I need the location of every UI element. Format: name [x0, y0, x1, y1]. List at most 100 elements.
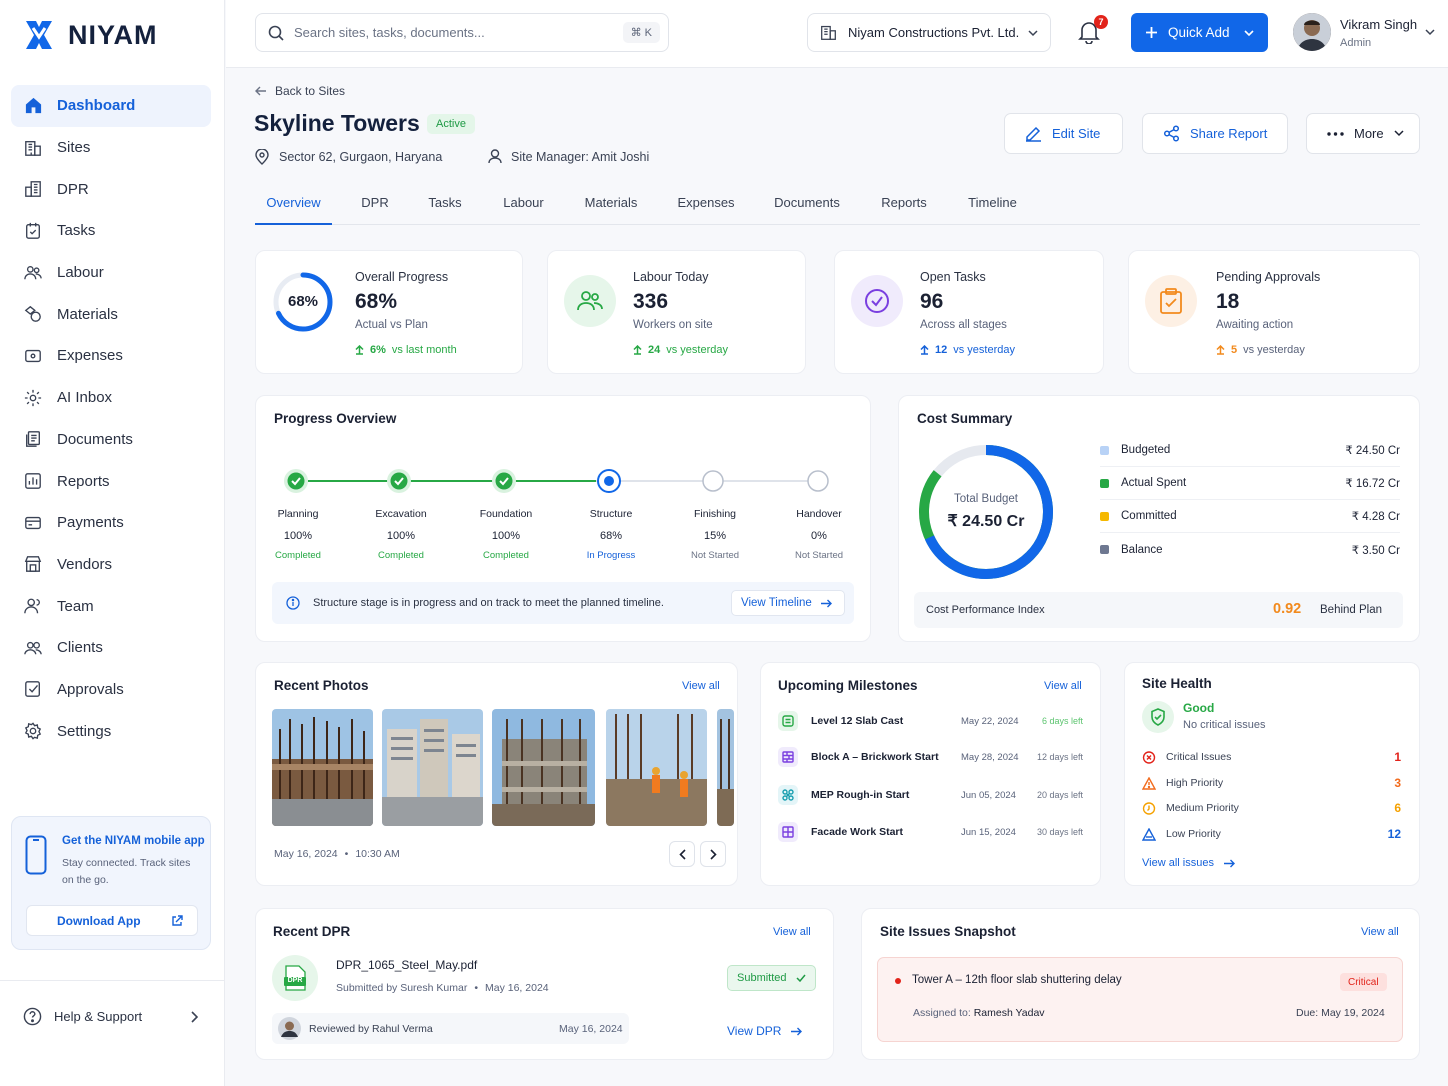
sidebar-item-vendors[interactable]: Vendors	[11, 544, 211, 586]
health-label: Critical Issues	[1166, 751, 1232, 763]
user-menu-chevron-icon[interactable]	[1425, 29, 1435, 36]
chevron-right-icon[interactable]	[190, 1011, 198, 1023]
milestone-row[interactable]: Facade Work Start Jun 15, 2024 30 days l…	[778, 822, 1083, 842]
legend-value: ₹ 3.50 Cr	[1351, 544, 1400, 557]
sidebar-item-payments[interactable]: Payments	[11, 502, 211, 544]
back-to-sites-link[interactable]: Back to Sites	[255, 84, 345, 98]
sidebar-item-sites[interactable]: Sites	[11, 127, 211, 169]
site-photo-partial[interactable]	[717, 709, 734, 826]
sidebar-item-label: Tasks	[57, 222, 96, 240]
brick-icon	[782, 751, 794, 763]
note-text: Structure stage is in progress and on tr…	[313, 597, 664, 609]
issues-view-all-link[interactable]: View all	[1361, 926, 1399, 938]
topbar: ⌘ K Niyam Constructions Pvt. Ltd. 7 Quic…	[226, 0, 1448, 68]
sidebar-item-dashboard[interactable]: Dashboard	[11, 85, 211, 127]
stage-foundation: Foundation 100% Completed	[466, 508, 546, 561]
milestone-date: May 22, 2024	[961, 715, 1019, 727]
stage-pct: 100%	[283, 530, 313, 542]
photos-view-all-link[interactable]: View all	[682, 680, 720, 692]
shield-check-icon	[1151, 708, 1165, 726]
health-row-medium[interactable]: Medium Priority 6	[1142, 799, 1401, 817]
search-box[interactable]: ⌘ K	[255, 13, 669, 52]
tab-documents[interactable]: Documents	[767, 188, 847, 225]
site-photo[interactable]	[382, 709, 483, 826]
dpr-view-all-link[interactable]: View all	[773, 926, 811, 938]
sidebar-item-settings[interactable]: Settings	[11, 710, 211, 752]
tab-materials[interactable]: Materials	[577, 188, 645, 225]
milestone-row[interactable]: MEP Rough-in Start Jun 05, 2024 20 days …	[778, 785, 1083, 805]
sidebar-item-materials[interactable]: Materials	[11, 293, 211, 335]
sidebar-item-labour[interactable]: Labour	[11, 252, 211, 294]
download-app-button[interactable]: Download App	[26, 905, 198, 936]
view-dpr-label: View DPR	[727, 1024, 782, 1038]
sidebar-item-team[interactable]: Team	[11, 585, 211, 627]
health-row-critical[interactable]: Critical Issues 1	[1142, 748, 1401, 766]
help-support-link[interactable]: Help & Support	[23, 1007, 142, 1026]
quick-add-button[interactable]: Quick Add	[1131, 13, 1268, 52]
tasks-icon-wrap	[851, 275, 903, 327]
milestone-icon-wrap	[778, 785, 798, 805]
tab-expenses[interactable]: Expenses	[670, 188, 742, 225]
photos-next-button[interactable]	[700, 841, 726, 867]
photos-prev-button[interactable]	[669, 841, 695, 867]
health-row-high[interactable]: High Priority 3	[1142, 774, 1401, 792]
stage-timeline	[284, 469, 829, 493]
tab-tasks[interactable]: Tasks	[420, 188, 470, 225]
chevron-right-icon	[709, 848, 717, 860]
tab-reports[interactable]: Reports	[873, 188, 935, 225]
download-app-label: Download App	[57, 913, 141, 928]
tab-timeline[interactable]: Timeline	[961, 188, 1024, 225]
legend-value: ₹ 4.28 Cr	[1351, 511, 1400, 523]
milestone-date: Jun 05, 2024	[961, 789, 1016, 801]
issue-assignment: Assigned to: Ramesh Yadav	[913, 1007, 1045, 1019]
severity-badge: Critical	[1340, 973, 1387, 991]
issue-item[interactable]: Tower A – 12th floor slab shuttering del…	[877, 957, 1403, 1042]
health-row-low[interactable]: Low Priority 12	[1142, 825, 1401, 843]
dpr-review-row: Reviewed by Rahul Verma May 16, 2024	[272, 1013, 629, 1044]
construction-photo-2	[382, 709, 483, 826]
stat-sub: Actual vs Plan	[355, 319, 428, 331]
sidebar-item-reports[interactable]: Reports	[11, 460, 211, 502]
sidebar-item-clients[interactable]: Clients	[11, 627, 211, 669]
sidebar-item-expenses[interactable]: Expenses	[11, 335, 211, 377]
view-timeline-button[interactable]: View Timeline	[731, 590, 845, 616]
site-photo[interactable]	[492, 709, 595, 826]
trend-value: 24	[648, 344, 661, 356]
edit-site-button[interactable]: Edit Site	[1004, 113, 1123, 154]
stage-dot-foundation	[492, 469, 516, 493]
view-all-issues-link[interactable]: View all issues	[1142, 857, 1235, 869]
site-photo[interactable]	[272, 709, 373, 826]
arrow-right-icon	[791, 1027, 803, 1035]
more-button[interactable]: More	[1306, 113, 1420, 154]
sidebar-item-dpr[interactable]: DPR	[11, 168, 211, 210]
tab-overview[interactable]: Overview	[255, 188, 332, 225]
search-input[interactable]	[294, 25, 614, 40]
company-selector[interactable]: Niyam Constructions Pvt. Ltd.	[807, 13, 1051, 52]
milestone-name: Level 12 Slab Cast	[811, 715, 904, 727]
page-title: Skyline Towers	[254, 110, 420, 136]
milestones-view-all-link[interactable]: View all	[1044, 680, 1082, 692]
avatar[interactable]	[1293, 13, 1331, 51]
issue-due: Due: May 19, 2024	[1296, 1007, 1385, 1019]
sidebar-item-documents[interactable]: Documents	[11, 419, 211, 461]
stat-label: Open Tasks	[920, 270, 986, 284]
stage-name: Foundation	[479, 508, 533, 520]
site-photo[interactable]	[606, 709, 707, 826]
tab-dpr[interactable]: DPR	[350, 188, 400, 225]
milestone-row[interactable]: Level 12 Slab Cast May 22, 2024 6 days l…	[778, 711, 1083, 731]
view-dpr-link[interactable]: View DPR	[727, 1024, 803, 1038]
store-icon	[23, 554, 43, 574]
health-icon-wrap	[1142, 701, 1174, 733]
share-report-button[interactable]: Share Report	[1142, 113, 1288, 154]
milestone-row[interactable]: Block A – Brickwork Start May 28, 2024 1…	[778, 747, 1083, 767]
brand-logo[interactable]: NIYAM	[24, 19, 158, 51]
sidebar-item-tasks[interactable]: Tasks	[11, 210, 211, 252]
sidebar-item-ai-inbox[interactable]: AI Inbox	[11, 377, 211, 419]
view-all-issues-label: View all issues	[1142, 857, 1214, 869]
user-role: Admin	[1340, 37, 1372, 49]
sidebar-item-approvals[interactable]: Approvals	[11, 669, 211, 711]
documents-icon	[23, 429, 43, 449]
building-icon	[23, 138, 43, 158]
tab-labour[interactable]: Labour	[495, 188, 552, 225]
dpr-file-name[interactable]: DPR_1065_Steel_May.pdf	[336, 958, 477, 972]
